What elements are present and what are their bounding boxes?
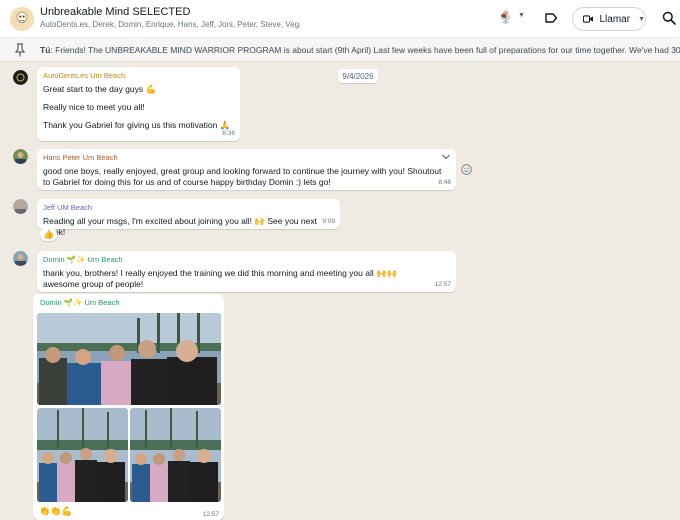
avatar[interactable] <box>13 149 28 164</box>
status-emoji-icon[interactable]: 🍨 <box>498 10 513 24</box>
message-text: Really nice to meet you all! <box>43 102 145 112</box>
chevron-down-icon: ▼ <box>638 15 645 23</box>
group-avatar-icon[interactable] <box>10 7 34 31</box>
message-time: 12:57 <box>434 281 451 288</box>
message-time: 9:09 <box>322 218 335 225</box>
message-sender[interactable]: Domin 🌱✨ Um Beach <box>37 297 220 308</box>
chat-header: Unbreakable Mind SELECTED AutoDents.es, … <box>0 0 680 38</box>
chevron-down-icon[interactable] <box>441 153 451 161</box>
message-bubble[interactable]: AutoDents.es Um Beach Great start to the… <box>37 67 240 141</box>
video-camera-icon <box>583 15 594 23</box>
message-text: good one boys, really enjoyed, great gro… <box>43 166 442 187</box>
message-bubble[interactable]: Domin 🌱✨ Um Beach 👏👏💪 12:57 <box>33 294 224 520</box>
message-text: Reading all your msgs, I'm excited about… <box>43 216 317 237</box>
avatar[interactable] <box>13 251 28 266</box>
message-sender[interactable]: Domin 🌱✨ Um Beach <box>43 254 450 265</box>
message-sender[interactable]: Jeff UM Beach <box>43 202 334 213</box>
label-icon[interactable] <box>544 11 558 25</box>
message-sender[interactable]: Hans Peter Um Beach <box>43 152 450 163</box>
message-text: Great start to the day guys 💪 <box>43 84 157 94</box>
message-text: Thank you Gabriel for giving us this mot… <box>43 120 231 130</box>
message-bubble[interactable]: Hans Peter Um Beach good one boys, reall… <box>37 149 456 190</box>
pinned-content: Friends! The UNBREAKABLE MIND WARRIOR PR… <box>55 45 680 55</box>
pinned-message-bar[interactable]: Tú: Friends! The UNBREAKABLE MIND WARRIO… <box>0 38 680 62</box>
message-sender[interactable]: AutoDents.es Um Beach <box>43 70 234 81</box>
message-time: 8:48 <box>438 179 451 186</box>
chevron-down-icon[interactable]: ▼ <box>518 12 525 19</box>
message-bubble[interactable]: Jeff UM Beach Reading all your msgs, I'm… <box>37 199 340 237</box>
message-caption: 👏👏💪 <box>39 506 73 516</box>
avatar[interactable] <box>13 70 28 85</box>
call-button[interactable]: Llamar ▼ <box>572 7 646 31</box>
photo-thumbnail[interactable] <box>130 408 221 502</box>
pin-icon <box>14 43 26 57</box>
chat-title[interactable]: Unbreakable Mind SELECTED <box>40 6 190 18</box>
photo-thumbnail[interactable] <box>37 408 128 502</box>
message-bubble[interactable]: Domin 🌱✨ Um Beach thank you, brothers! I… <box>37 251 456 292</box>
search-icon[interactable] <box>662 11 676 25</box>
message-reaction[interactable]: 👍 <box>40 228 58 241</box>
date-separator: 9/4/2026 <box>338 69 378 83</box>
message-time: 12:57 <box>202 511 219 518</box>
photo-main[interactable] <box>37 313 221 405</box>
message-time: 8:36 <box>222 130 235 137</box>
pinned-sender: Tú <box>40 45 51 55</box>
chat-members[interactable]: AutoDents.es, Derek, Domin, Enrique, Han… <box>40 20 300 29</box>
call-button-label: Llamar <box>599 13 631 25</box>
avatar[interactable] <box>13 199 28 214</box>
pinned-message-text: Tú: Friends! The UNBREAKABLE MIND WARRIO… <box>40 45 680 55</box>
emoji-reaction-icon[interactable] <box>461 164 472 175</box>
message-text: thank you, brothers! I really enjoyed th… <box>43 268 398 289</box>
